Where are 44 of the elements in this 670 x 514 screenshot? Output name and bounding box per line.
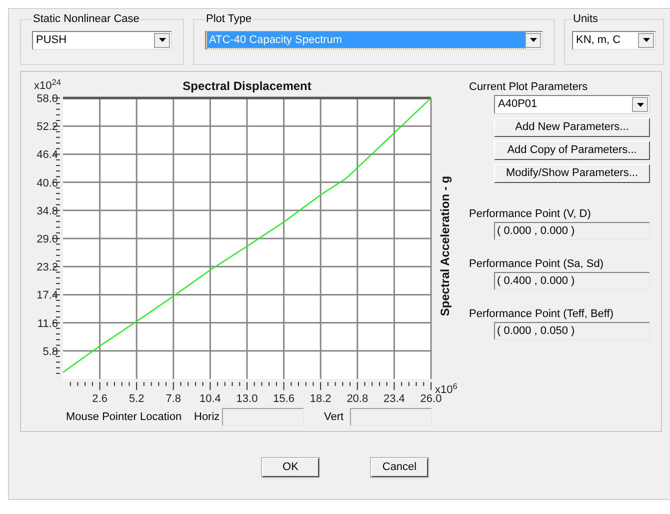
field-label: Performance Point (Sa, Sd) xyxy=(469,257,605,270)
tick-label: 40.6 xyxy=(36,177,58,190)
group-label: Units xyxy=(572,12,600,27)
tick-label: 7.8 xyxy=(166,393,182,405)
tick-label: 29.0 xyxy=(36,234,58,246)
performance-point-field: ( 0.000 , 0.050 ) xyxy=(494,322,650,340)
mouse-pointer-label: Mouse Pointer Location xyxy=(66,410,183,425)
tick-label: 46.4 xyxy=(36,149,58,162)
tick-label: 2.6 xyxy=(92,393,108,405)
tick-label: 13.0 xyxy=(236,393,258,405)
chart-title: Spectral Displacement xyxy=(182,79,312,93)
tick-label: 52.2 xyxy=(36,121,58,134)
field-label: Performance Point (V, D) xyxy=(469,207,592,220)
tick-label: 15.6 xyxy=(273,393,294,405)
dropdown[interactable]: KN, m, C xyxy=(572,30,656,50)
tick-label: 18.2 xyxy=(310,393,332,405)
parameter-button[interactable]: Modify/Show Parameters... xyxy=(494,164,650,183)
tick-label: 17.4 xyxy=(36,290,58,302)
tick-label: 26.0 xyxy=(420,393,442,405)
field-label: Horiz xyxy=(194,410,221,425)
dialog-button[interactable]: Cancel xyxy=(371,458,428,476)
performance-point-field: ( 0.400 , 0.000 ) xyxy=(494,272,650,290)
tick-label: 34.8 xyxy=(36,205,58,218)
tick-label: 11.6 xyxy=(37,318,58,330)
group-label: Plot Type xyxy=(205,12,253,27)
performance-point-field: ( 0.000 , 0.000 ) xyxy=(494,222,650,240)
group-label: Static Nonlinear Case xyxy=(32,12,140,27)
dropdown[interactable]: PUSH xyxy=(32,30,172,50)
tick-label: 10.4 xyxy=(200,393,221,405)
parameter-button[interactable]: Add Copy of Parameters... xyxy=(494,141,650,160)
field-label: Vert xyxy=(324,410,345,425)
tick-label: 5.8 xyxy=(42,346,58,358)
tick-label: 5.2 xyxy=(128,393,144,405)
tick-label: 20.8 xyxy=(346,393,368,405)
tick-label: 23.2 xyxy=(36,262,58,274)
dialog-button[interactable]: OK xyxy=(262,458,319,476)
tick-label: 23.4 xyxy=(384,393,405,405)
field-label: Performance Point (Teff, Beff) xyxy=(469,307,614,320)
section-label: Current Plot Parameters xyxy=(469,80,589,93)
parameter-button[interactable]: Add New Parameters... xyxy=(494,118,650,137)
tick-label: 58.0 xyxy=(36,93,58,105)
dropdown[interactable]: A40P01 xyxy=(494,95,650,114)
axis-multiplier: x10$^{24}$ xyxy=(34,80,61,92)
axis-title: Spectral Acceleration - g xyxy=(438,176,452,316)
